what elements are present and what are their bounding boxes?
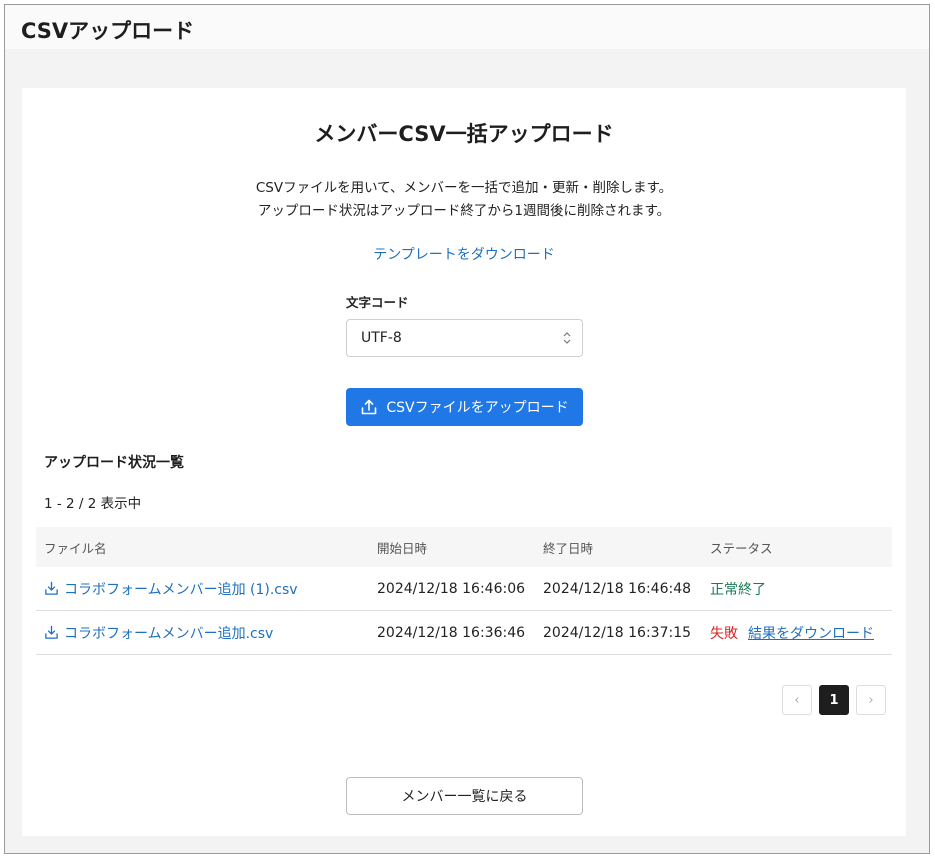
download-icon bbox=[45, 625, 58, 639]
upload-card: メンバーCSV一括アップロード CSVファイルを用いて、メンバーを一括で追加・更… bbox=[22, 88, 906, 836]
file-cell[interactable]: コラボフォームメンバー追加 (1).csv bbox=[36, 579, 369, 599]
column-header-status: ステータス bbox=[710, 540, 773, 556]
back-to-members-button[interactable]: メンバー一覧に戻る bbox=[346, 777, 583, 815]
status-list-count: 1 - 2 / 2 表示中 bbox=[44, 496, 142, 512]
pagination-next-button[interactable]: › bbox=[856, 685, 886, 715]
page-header: CSVアップロード bbox=[5, 5, 929, 49]
file-link[interactable]: コラボフォームメンバー追加.csv bbox=[64, 623, 273, 643]
end-time-cell: 2024/12/18 16:46:48 bbox=[543, 580, 692, 597]
encoding-label: 文字コード bbox=[346, 295, 409, 310]
description-line-2: アップロード状況はアップロード終了から1週間後に削除されます。 bbox=[257, 203, 671, 219]
status-text: 失敗 bbox=[710, 625, 738, 642]
table-row: コラボフォームメンバー追加 (1).csv 2024/12/18 16:46:0… bbox=[36, 567, 892, 611]
template-download-link[interactable]: テンプレートをダウンロード bbox=[22, 244, 906, 264]
upload-status-table: ファイル名 開始日時 終了日時 ステータス コラボフォームメンバー追加 (1).… bbox=[36, 527, 892, 655]
pagination: ‹ 1 › bbox=[782, 685, 886, 715]
card-title: メンバーCSV一括アップロード bbox=[314, 122, 614, 146]
status-list-title: アップロード状況一覧 bbox=[44, 455, 184, 471]
csv-upload-button[interactable]: CSVファイルをアップロード bbox=[346, 388, 583, 426]
file-link[interactable]: コラボフォームメンバー追加 (1).csv bbox=[64, 579, 298, 599]
app-window: CSVアップロード メンバーCSV一括アップロード CSVファイルを用いて、メン… bbox=[4, 4, 930, 854]
file-cell[interactable]: コラボフォームメンバー追加.csv bbox=[36, 623, 369, 643]
table-header: ファイル名 開始日時 終了日時 ステータス bbox=[36, 527, 892, 567]
select-arrows-icon bbox=[563, 332, 571, 344]
status-cell: 失敗 結果をダウンロード bbox=[702, 623, 892, 643]
column-header-end: 終了日時 bbox=[543, 540, 594, 556]
csv-upload-button-label: CSVファイルをアップロード bbox=[386, 400, 569, 416]
result-download-link[interactable]: 結果をダウンロード bbox=[748, 623, 874, 643]
status-text: 正常終了 bbox=[710, 581, 766, 598]
encoding-selected-value: UTF-8 bbox=[361, 330, 402, 346]
upload-icon bbox=[362, 399, 377, 415]
table-row: コラボフォームメンバー追加.csv 2024/12/18 16:36:46 20… bbox=[36, 611, 892, 655]
column-header-start: 開始日時 bbox=[377, 540, 428, 556]
pagination-prev-button[interactable]: ‹ bbox=[782, 685, 812, 715]
description-line-1: CSVファイルを用いて、メンバーを一括で追加・更新・削除します。 bbox=[255, 180, 673, 196]
pagination-page-1[interactable]: 1 bbox=[819, 685, 849, 715]
encoding-select[interactable]: UTF-8 bbox=[346, 319, 583, 357]
page-title: CSVアップロード bbox=[21, 19, 195, 43]
download-icon bbox=[45, 581, 58, 595]
start-time-cell: 2024/12/18 16:36:46 bbox=[377, 624, 526, 641]
start-time-cell: 2024/12/18 16:46:06 bbox=[377, 580, 526, 597]
status-cell: 正常終了 bbox=[702, 579, 892, 599]
column-header-file: ファイル名 bbox=[44, 540, 107, 556]
end-time-cell: 2024/12/18 16:37:15 bbox=[543, 624, 692, 641]
